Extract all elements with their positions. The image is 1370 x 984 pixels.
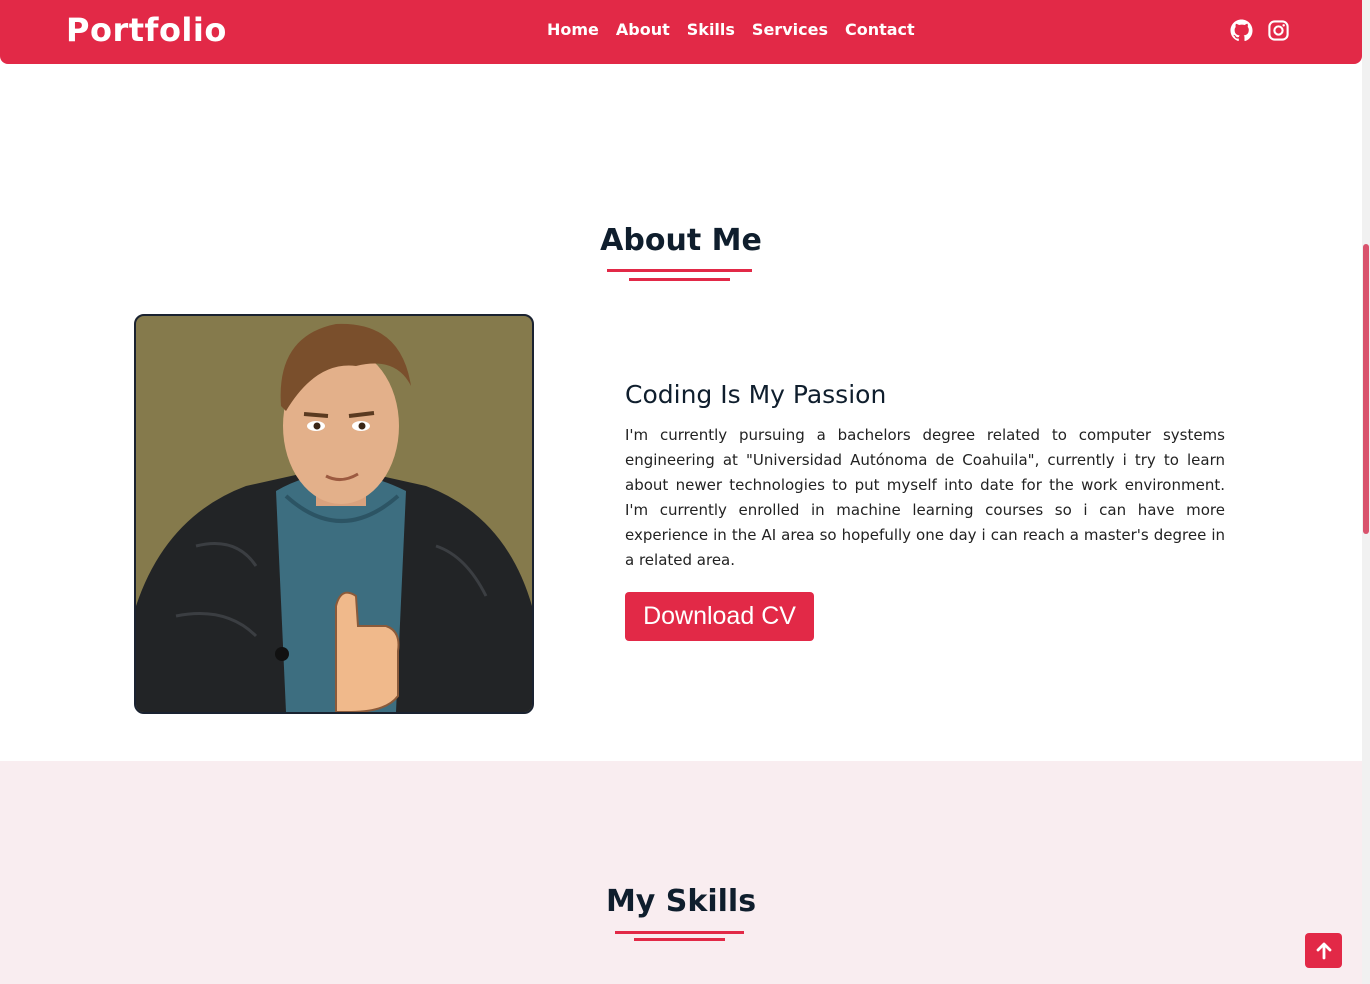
- github-icon[interactable]: [1230, 19, 1253, 42]
- nav-link-skills[interactable]: Skills: [687, 20, 735, 39]
- nav-link-about[interactable]: About: [616, 20, 670, 39]
- nav-links: Home About Skills Services Contact: [547, 20, 915, 39]
- scrollbar-thumb[interactable]: [1363, 244, 1369, 534]
- title-underline-short: [629, 278, 730, 281]
- skills-underline: [615, 931, 744, 934]
- navbar: Portfolio Home About Skills Services Con…: [0, 0, 1362, 64]
- title-underline: [607, 269, 752, 272]
- arrow-up-icon: [1316, 942, 1331, 959]
- skills-section: [0, 761, 1362, 984]
- instagram-icon[interactable]: [1267, 19, 1290, 42]
- profile-illustration: [134, 314, 534, 714]
- social-links: [1230, 19, 1290, 42]
- skills-title: My Skills: [605, 884, 757, 919]
- about-paragraph: I'm currently pursuing a bachelors degre…: [625, 426, 1225, 569]
- brand-logo[interactable]: Portfolio: [66, 11, 227, 49]
- nav-link-services[interactable]: Services: [752, 20, 828, 39]
- skills-underline-short: [634, 938, 725, 941]
- about-title: About Me: [600, 223, 762, 258]
- download-cv-button[interactable]: Download CV: [625, 592, 814, 641]
- about-subheading: Coding Is My Passion: [625, 380, 887, 409]
- nav-link-home[interactable]: Home: [547, 20, 599, 39]
- about-text-block: Coding Is My Passion I'm currently pursu…: [625, 380, 1225, 573]
- nav-link-contact[interactable]: Contact: [845, 20, 915, 39]
- scroll-to-top-button[interactable]: [1305, 933, 1342, 968]
